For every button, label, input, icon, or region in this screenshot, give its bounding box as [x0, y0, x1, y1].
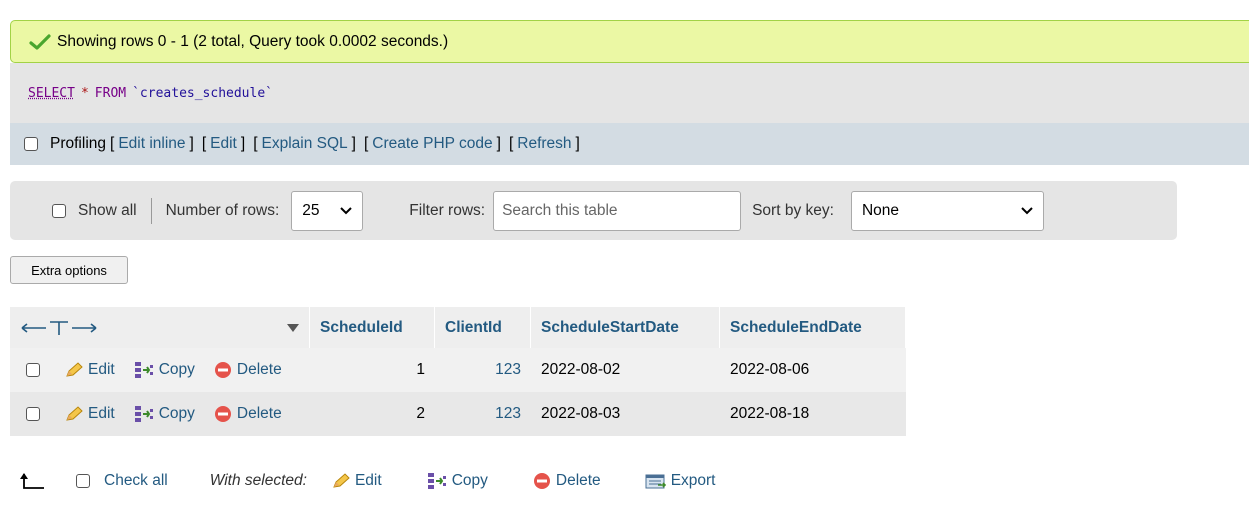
delete-icon: [214, 362, 231, 378]
bulk-delete-button[interactable]: Delete: [532, 471, 601, 491]
sql-from-keyword: FROM: [94, 85, 127, 101]
sort-arrow-icon[interactable]: [287, 323, 299, 332]
arrow-icon[interactable]: [20, 320, 102, 336]
profiling-bar: Profiling [Edit inline] [Edit] [Explain …: [10, 123, 1249, 165]
table-row: Edit Copy Delete 1 123 2022-08-02 2022-0…: [10, 348, 906, 392]
copy-icon: [134, 406, 153, 422]
success-text: Showing rows 0 - 1 (2 total, Query took …: [57, 32, 449, 50]
show-all-checkbox[interactable]: [52, 203, 66, 218]
table-row: Edit Copy Delete 2 123 2022-08-03 2022-0…: [10, 392, 906, 436]
success-message: Showing rows 0 - 1 (2 total, Query took …: [10, 20, 1249, 63]
column-header-scheduleenddate[interactable]: ScheduleEndDate: [720, 307, 906, 348]
row-checkbox[interactable]: [26, 363, 40, 377]
column-header-schedulestartdate[interactable]: ScheduleStartDate: [531, 307, 720, 348]
delete-button[interactable]: Delete: [213, 360, 282, 380]
number-of-rows-value: 25: [302, 201, 320, 219]
export-icon: [645, 474, 666, 489]
bulk-edit-button[interactable]: Edit: [331, 472, 382, 490]
cell-scheduleid[interactable]: 2: [310, 392, 435, 436]
edit-link[interactable]: Edit: [210, 135, 237, 153]
explain-sql-link[interactable]: Explain SQL: [262, 135, 348, 153]
navigation-bar: Show all Number of rows: 25 Filter rows:…: [10, 181, 1177, 240]
bulk-copy-button[interactable]: Copy: [426, 472, 488, 490]
refresh-link[interactable]: Refresh: [517, 135, 571, 153]
filter-rows-input[interactable]: Search this table: [493, 190, 742, 231]
chevron-down-icon: [1021, 206, 1033, 214]
bulk-export-button[interactable]: Export: [645, 472, 716, 490]
column-header-scheduleid[interactable]: ScheduleId: [310, 307, 435, 348]
sort-by-key-label: Sort by key:: [752, 201, 834, 219]
results-table: ScheduleId ClientId ScheduleStartDate Sc…: [10, 307, 906, 436]
pencil-icon: [66, 362, 83, 377]
cell-scheduleid[interactable]: 1: [310, 348, 435, 392]
cell-clientid[interactable]: 123: [435, 392, 531, 436]
copy-button[interactable]: Copy: [133, 405, 195, 423]
column-header-clientid[interactable]: ClientId: [435, 307, 531, 348]
row-actions: Edit Copy Delete: [10, 348, 310, 392]
sql-query: SELECT * FROM `creates_schedule`: [10, 63, 1249, 123]
number-of-rows-select[interactable]: 25: [291, 190, 364, 231]
edit-button[interactable]: Edit: [64, 405, 115, 423]
create-php-code-link[interactable]: Create PHP code: [372, 135, 492, 153]
sql-star: *: [80, 85, 89, 101]
check-all-checkbox[interactable]: [76, 474, 90, 488]
sql-table-name: `creates_schedule`: [132, 85, 273, 101]
delete-icon: [214, 406, 231, 422]
delete-button[interactable]: Delete: [213, 404, 282, 424]
chevron-down-icon: [340, 206, 353, 214]
copy-icon: [427, 473, 446, 489]
cell-schedulestartdate[interactable]: 2022-08-02: [531, 348, 720, 392]
pencil-icon: [66, 406, 83, 421]
extra-options-button[interactable]: Extra options: [10, 256, 128, 284]
edit-button[interactable]: Edit: [64, 361, 115, 379]
bulk-actions-bar: Check all With selected: Edit Copy Delet…: [10, 463, 760, 499]
copy-icon: [134, 362, 153, 378]
sort-by-key-select[interactable]: None: [850, 190, 1044, 231]
cell-scheduleenddate[interactable]: 2022-08-06: [720, 348, 906, 392]
show-all-label: Show all: [78, 201, 137, 219]
delete-icon: [533, 473, 550, 489]
number-of-rows-label: Number of rows:: [165, 201, 280, 219]
check-all-label[interactable]: Check all: [104, 472, 168, 490]
profiling-checkbox[interactable]: [24, 137, 38, 151]
cell-scheduleenddate[interactable]: 2022-08-18: [720, 392, 906, 436]
filter-rows-placeholder: Search this table: [502, 201, 618, 219]
sql-select-keyword[interactable]: SELECT: [28, 86, 75, 101]
arrow-icon: [20, 473, 44, 489]
sort-by-key-value: None: [861, 201, 899, 219]
pencil-icon: [333, 473, 350, 488]
column-controls-header: [10, 307, 310, 348]
row-actions: Edit Copy Delete: [10, 392, 310, 436]
cell-schedulestartdate[interactable]: 2022-08-03: [531, 392, 720, 436]
divider: [150, 197, 152, 224]
copy-button[interactable]: Copy: [133, 361, 195, 379]
cell-clientid[interactable]: 123: [435, 348, 531, 392]
row-checkbox[interactable]: [26, 407, 40, 421]
profiling-label: Profiling: [50, 135, 106, 152]
edit-inline-link[interactable]: Edit inline: [118, 135, 185, 153]
with-selected-label: With selected:: [209, 472, 307, 489]
check-icon: [29, 33, 51, 50]
filter-rows-label: Filter rows:: [409, 201, 486, 219]
